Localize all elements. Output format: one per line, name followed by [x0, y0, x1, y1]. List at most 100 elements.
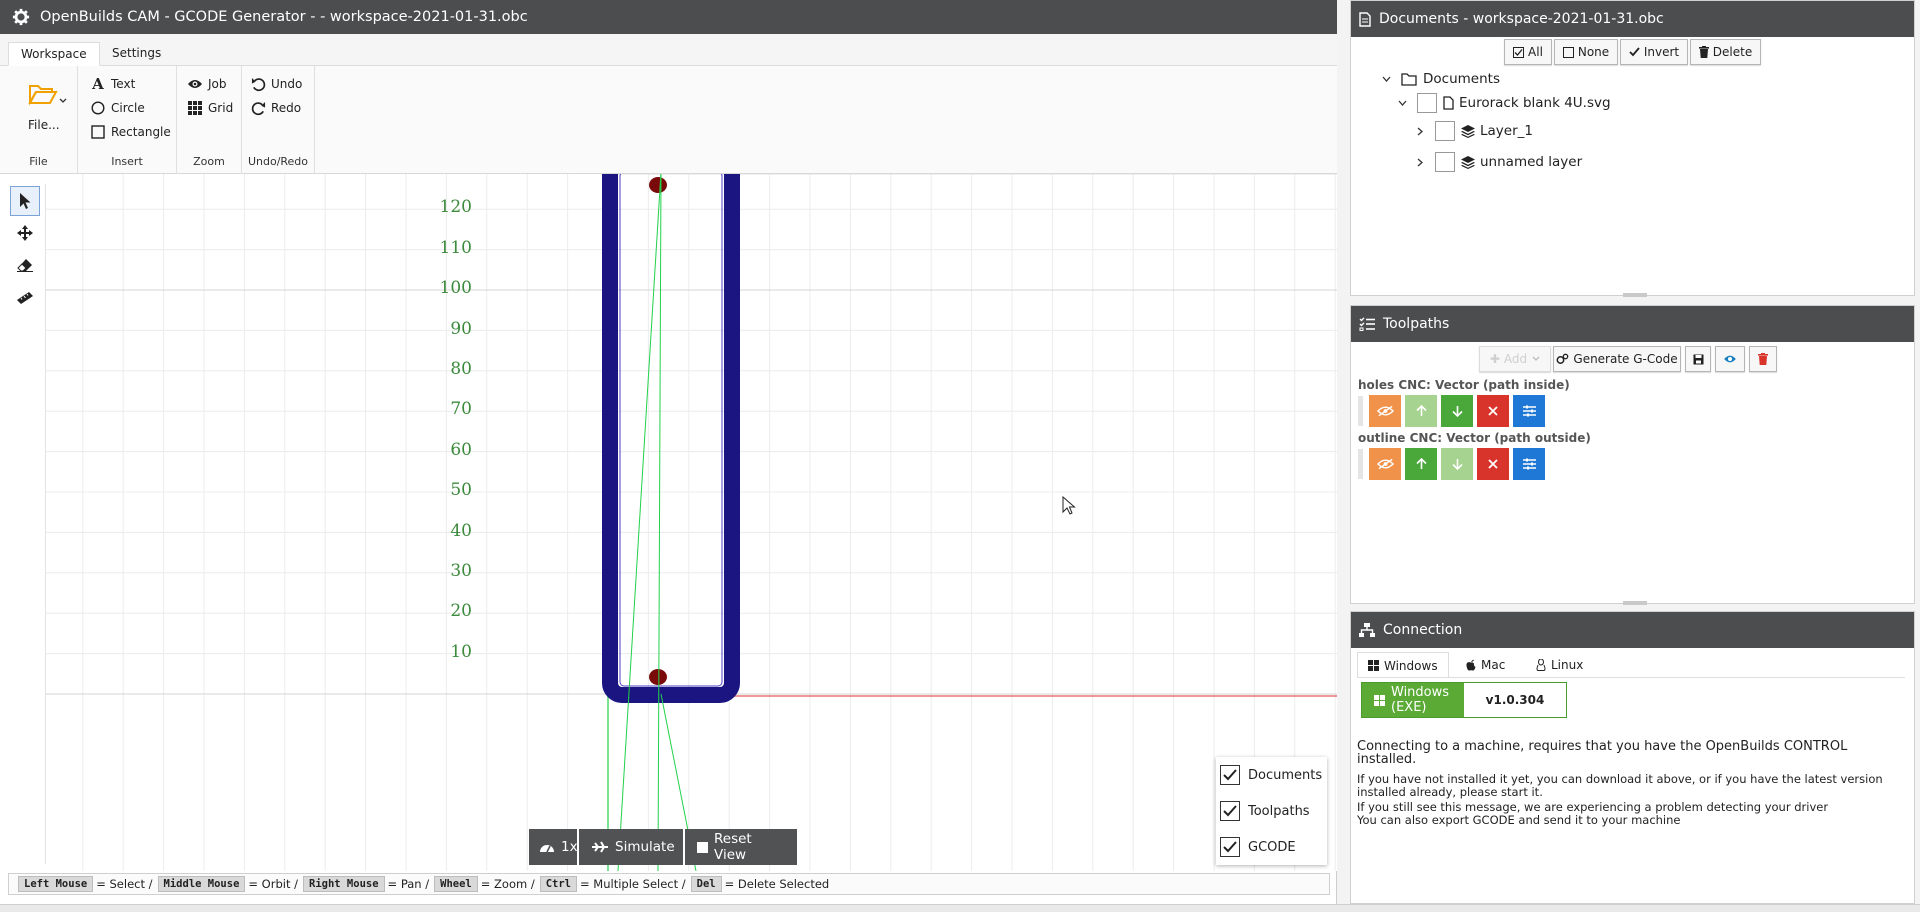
layer-checkbox[interactable] [1435, 152, 1455, 172]
insert-text-button[interactable]: A Text [90, 75, 135, 93]
eraser-tool[interactable] [10, 250, 40, 280]
chevron-down-icon[interactable] [1379, 76, 1393, 82]
select-tool[interactable] [10, 186, 40, 216]
select-all-button[interactable]: All [1504, 39, 1552, 65]
toolpath-remove-button[interactable] [1477, 448, 1509, 480]
toolpath-move-down-button[interactable] [1441, 395, 1473, 427]
invert-selection-button[interactable]: Invert [1620, 39, 1688, 65]
checkbox-checked-icon[interactable] [1220, 765, 1240, 785]
tree-layer-label: Layer_1 [1480, 123, 1533, 139]
file-button-label[interactable]: File... [28, 118, 60, 132]
delete-documents-button[interactable]: Delete [1690, 39, 1761, 65]
apple-icon [1466, 659, 1476, 671]
toolpath-move-down-button[interactable] [1441, 448, 1473, 480]
ribbon-group-label: Undo/Redo [247, 155, 309, 168]
y-tick-label: 10 [450, 641, 472, 662]
viewport-svg[interactable] [46, 174, 1337, 871]
file-button[interactable] [28, 82, 67, 106]
panel-resize-handle[interactable] [1623, 293, 1647, 297]
tab-settings[interactable]: Settings [100, 42, 173, 66]
panel-resize-handle[interactable] [1623, 601, 1647, 605]
y-tick-label: 90 [450, 318, 472, 339]
panel-outline-path[interactable] [602, 174, 740, 703]
download-windows-button[interactable]: Windows (EXE) [1362, 683, 1464, 717]
chevron-down-icon[interactable] [1395, 100, 1409, 106]
arrow-down-icon [1451, 459, 1463, 470]
mounting-hole-top[interactable] [649, 177, 667, 193]
zoom-grid-button[interactable]: Grid [187, 100, 233, 116]
grid [46, 174, 1337, 871]
generate-gcode-button[interactable]: Generate G-Code [1553, 346, 1681, 372]
preview-toolpaths-button[interactable] [1715, 346, 1745, 372]
tab-linux[interactable]: Linux [1526, 652, 1593, 678]
tab-workspace[interactable]: Workspace [8, 42, 100, 66]
simulation-toolbar: 1x Simulate Reset View [529, 829, 797, 865]
bottom-strip [0, 904, 1920, 912]
save-icon [1693, 354, 1703, 364]
toggle-gcode[interactable]: GCODE [1220, 831, 1296, 863]
chevron-right-icon[interactable] [1413, 127, 1427, 136]
simulate-button[interactable]: Simulate [579, 829, 683, 865]
arrow-up-icon [1415, 405, 1427, 416]
insert-rectangle-button[interactable]: Rectangle [90, 124, 171, 140]
tab-mac[interactable]: Mac [1456, 652, 1515, 678]
documents-panel-header: Documents - workspace-2021-01-31.obc [1351, 1, 1914, 37]
layer-checkbox[interactable] [1435, 121, 1455, 141]
zoom-job-button[interactable]: Job [187, 76, 227, 92]
delete-toolpaths-button[interactable] [1749, 346, 1777, 372]
tree-root-label: Documents [1423, 71, 1500, 87]
file-checkbox[interactable] [1417, 93, 1437, 113]
tab-windows[interactable]: Windows [1357, 652, 1449, 678]
move-tool[interactable] [10, 218, 40, 248]
drag-handle[interactable] [1358, 396, 1363, 426]
toolpath-item-label[interactable]: outline CNC: Vector (path outside) [1358, 431, 1591, 445]
reset-view-button[interactable]: Reset View [685, 829, 797, 865]
tab-windows-label: Windows [1384, 658, 1438, 673]
key-hint-text: = Pan / [387, 877, 430, 891]
drag-handle[interactable] [1358, 449, 1363, 479]
toolpath-settings-button[interactable] [1513, 395, 1545, 427]
toggle-toolpaths-label: Toolpaths [1248, 803, 1310, 819]
toolpath-move-up-button[interactable] [1405, 448, 1437, 480]
mounting-hole-bottom[interactable] [649, 669, 667, 685]
chevron-right-icon[interactable] [1413, 158, 1427, 167]
save-toolpaths-button[interactable] [1685, 346, 1711, 372]
ribbon-group-zoom: Job Grid Zoom [177, 66, 242, 174]
tree-layer-row[interactable]: Layer_1 [1413, 121, 1533, 141]
toolpath-hide-button[interactable] [1369, 448, 1401, 480]
insert-circle-button[interactable]: Circle [90, 100, 145, 116]
toolpath-remove-button[interactable] [1477, 395, 1509, 427]
toolpaths-panel-title: Toolpaths [1383, 316, 1450, 332]
tree-layer-row[interactable]: unnamed layer [1413, 152, 1582, 172]
toolpath-item-label[interactable]: holes CNC: Vector (path inside) [1358, 378, 1570, 392]
select-none-button[interactable]: None [1554, 39, 1618, 65]
eye-icon [1724, 355, 1736, 363]
undo-button[interactable]: Undo [250, 76, 302, 92]
toolpath-move-up-button[interactable] [1405, 395, 1437, 427]
redo-button[interactable]: Redo [250, 100, 301, 116]
ribbon-group-label: Zoom [193, 155, 225, 168]
tree-file-row[interactable]: Eurorack blank 4U.svg [1395, 93, 1611, 113]
toggle-documents[interactable]: Documents [1220, 759, 1322, 791]
workspace-canvas[interactable]: 130 120 110 100 90 80 70 60 50 40 30 20 10 [46, 174, 1337, 871]
checkbox-checked-icon[interactable] [1220, 801, 1240, 821]
grid-icon [187, 100, 203, 116]
tree-root-documents[interactable]: Documents [1379, 71, 1500, 87]
key-hint: Left Mouse [18, 876, 94, 892]
gear-icon[interactable] [12, 8, 30, 26]
insert-rectangle-label: Rectangle [111, 125, 171, 139]
measure-tool[interactable] [10, 282, 40, 312]
sim-speed-button[interactable]: 1x [529, 829, 578, 865]
folder-icon [1401, 72, 1417, 86]
toolpath-settings-button[interactable] [1513, 448, 1545, 480]
checkbox-checked-icon[interactable] [1220, 837, 1240, 857]
ribbon-group-insert: A Text Circle Rectangle Insert [78, 66, 177, 174]
tasks-list-icon [1359, 317, 1375, 331]
tab-mac-label: Mac [1481, 658, 1506, 672]
redo-label: Redo [271, 101, 302, 115]
toggle-toolpaths[interactable]: Toolpaths [1220, 795, 1310, 827]
check-icon [1629, 47, 1640, 57]
add-toolpath-button[interactable]: ✚ Add [1479, 346, 1551, 372]
toolpath-hide-button[interactable] [1369, 395, 1401, 427]
toolpaths-panel-header: Toolpaths [1351, 306, 1914, 342]
